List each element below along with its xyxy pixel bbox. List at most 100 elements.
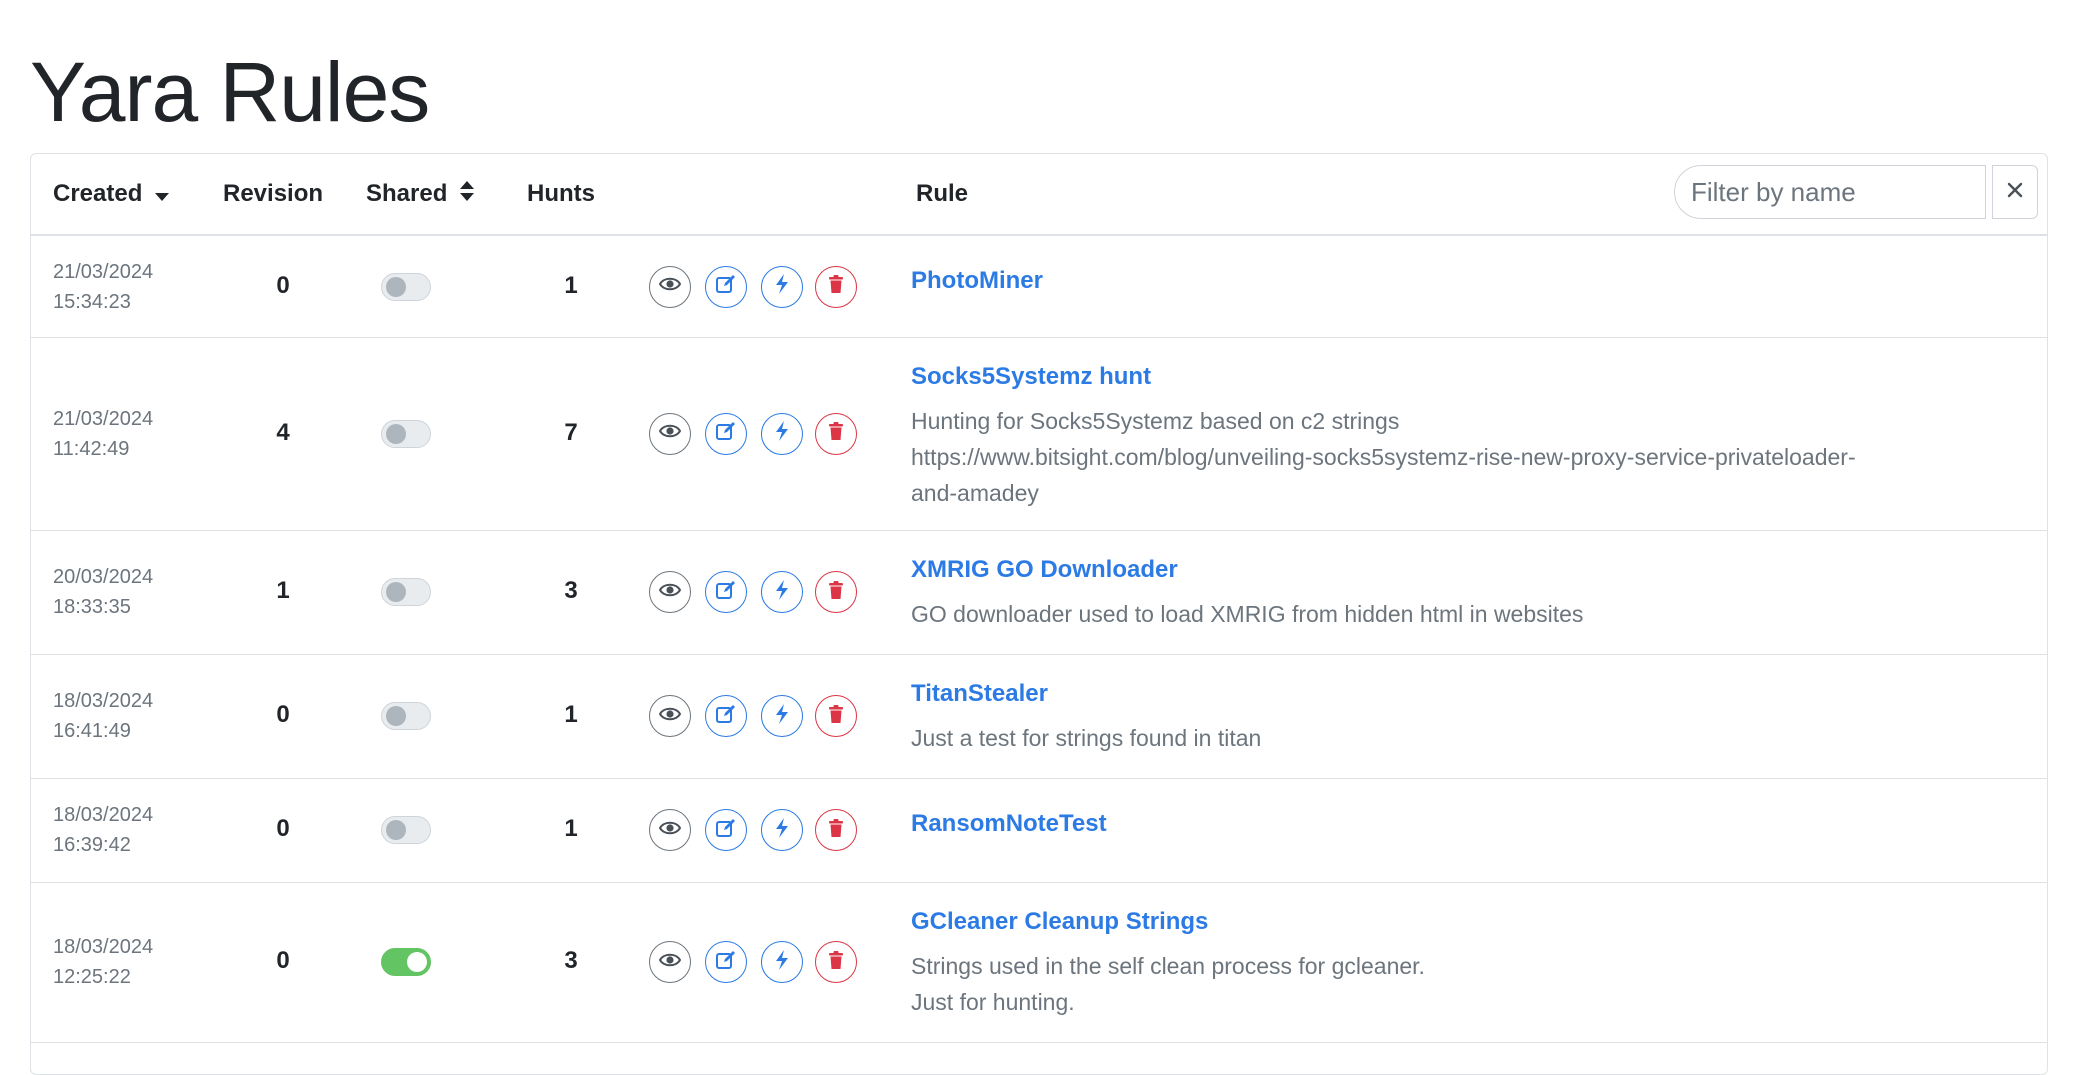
created-cell: 21/03/2024 11:42:49 bbox=[53, 404, 153, 464]
hunts-value: 3 bbox=[564, 577, 578, 604]
created-date: 20/03/2024 bbox=[53, 566, 154, 588]
hunts-header: Hunts bbox=[527, 180, 595, 207]
delete-rule-button[interactable] bbox=[815, 809, 857, 851]
created-date: 21/03/2024 bbox=[53, 260, 154, 283]
edit-icon bbox=[715, 579, 737, 606]
eye-icon bbox=[658, 582, 682, 603]
edit-rule-button[interactable] bbox=[705, 695, 747, 737]
shared-toggle[interactable] bbox=[381, 702, 431, 730]
toggle-knob bbox=[386, 423, 406, 444]
table-row: 18/03/2024 16:39:42 0 1 RansomNoteTest bbox=[31, 778, 2047, 883]
rule-name-link[interactable]: Socks5Systemz hunt bbox=[911, 359, 2021, 395]
view-rule-button[interactable] bbox=[649, 695, 691, 737]
run-hunt-button[interactable] bbox=[761, 695, 803, 737]
rule-description: GO downloader used to load XMRIG from hi… bbox=[911, 601, 1584, 627]
rule-name-link[interactable]: TitanStealer bbox=[911, 676, 2021, 712]
created-date: 21/03/2024 bbox=[53, 407, 154, 430]
delete-rule-button[interactable] bbox=[815, 571, 857, 613]
edit-rule-button[interactable] bbox=[705, 809, 747, 851]
rule-cell: XMRIG GO Downloader GO downloader used to… bbox=[911, 552, 2021, 632]
run-hunt-button[interactable] bbox=[761, 265, 803, 308]
edit-rule-button[interactable] bbox=[705, 941, 747, 983]
bolt-icon bbox=[774, 703, 790, 730]
created-date: 18/03/2024 bbox=[53, 690, 154, 712]
edit-rule-button[interactable] bbox=[705, 571, 747, 613]
created-cell: 20/03/2024 18:33:35 bbox=[53, 562, 153, 622]
edit-icon bbox=[715, 949, 737, 976]
eye-icon bbox=[658, 820, 682, 841]
edit-rule-button[interactable] bbox=[705, 412, 747, 455]
sort-down-icon bbox=[155, 155, 170, 235]
edit-icon bbox=[715, 273, 737, 300]
revision-value: 0 bbox=[276, 271, 290, 299]
run-hunt-button[interactable] bbox=[761, 941, 803, 983]
rule-name-link[interactable]: XMRIG GO Downloader bbox=[911, 552, 2021, 588]
rule-cell: Socks5Systemz hunt Hunting for Socks5Syst… bbox=[911, 359, 2021, 511]
revision-value: 1 bbox=[276, 577, 290, 604]
rules-table: Created Revision Shared Hunts Rule 21/03… bbox=[30, 153, 2048, 1075]
close-icon bbox=[2006, 181, 2024, 204]
rule-name-link[interactable]: GCleaner Cleanup Strings bbox=[911, 904, 2021, 940]
bolt-icon bbox=[774, 420, 790, 447]
filter-by-name-input[interactable] bbox=[1674, 165, 1986, 219]
clear-filter-button[interactable] bbox=[1992, 165, 2038, 219]
run-hunt-button[interactable] bbox=[761, 809, 803, 851]
hunts-value: 3 bbox=[564, 947, 578, 974]
hunts-value: 7 bbox=[564, 418, 578, 446]
delete-rule-button[interactable] bbox=[815, 695, 857, 737]
created-time: 16:41:49 bbox=[53, 720, 131, 742]
table-row: 18/03/2024 12:25:22 0 3 GCleaner Cleanup Str… bbox=[31, 882, 2047, 1043]
hunts-value: 1 bbox=[564, 815, 578, 842]
table-row: 21/03/2024 15:34:23 0 1 PhotoMiner bbox=[31, 236, 2047, 338]
eye-icon bbox=[658, 276, 682, 297]
shared-toggle[interactable] bbox=[381, 419, 431, 448]
view-rule-button[interactable] bbox=[649, 571, 691, 613]
shared-toggle[interactable] bbox=[381, 948, 431, 976]
view-rule-button[interactable] bbox=[649, 412, 691, 455]
view-rule-button[interactable] bbox=[649, 265, 691, 308]
rule-description: Just a test for strings found in titan bbox=[911, 725, 1262, 751]
toggle-knob bbox=[386, 582, 406, 602]
rule-description: Strings used in the self clean process f… bbox=[911, 953, 1425, 1015]
sort-icon bbox=[460, 155, 475, 235]
page-title: Yara Rules bbox=[30, 45, 430, 139]
created-date: 18/03/2024 bbox=[53, 936, 154, 958]
delete-rule-button[interactable] bbox=[815, 941, 857, 983]
trash-icon bbox=[828, 950, 844, 975]
created-cell: 18/03/2024 16:41:49 bbox=[53, 686, 153, 746]
run-hunt-button[interactable] bbox=[761, 412, 803, 455]
hunts-value: 1 bbox=[564, 701, 578, 728]
hunts-value: 1 bbox=[564, 271, 578, 299]
bolt-icon bbox=[774, 817, 790, 844]
sort-created-header[interactable]: Created bbox=[53, 154, 170, 235]
shared-toggle[interactable] bbox=[381, 578, 431, 606]
sort-shared-header[interactable]: Shared bbox=[366, 154, 475, 235]
shared-toggle[interactable] bbox=[381, 272, 431, 301]
bolt-icon bbox=[774, 579, 790, 606]
created-time: 12:25:22 bbox=[53, 966, 131, 988]
created-header-label: Created bbox=[53, 180, 143, 207]
shared-header-label: Shared bbox=[366, 180, 448, 207]
table-row: 18/03/2024 16:41:49 0 1 TitanStealer Just a t… bbox=[31, 654, 2047, 779]
rule-cell: TitanStealer Just a test for strings foun… bbox=[911, 676, 2021, 756]
created-cell: 18/03/2024 12:25:22 bbox=[53, 932, 153, 992]
rule-cell: GCleaner Cleanup Strings Strings used in … bbox=[911, 904, 2021, 1020]
delete-rule-button[interactable] bbox=[815, 412, 857, 455]
view-rule-button[interactable] bbox=[649, 941, 691, 983]
rule-name-link[interactable]: PhotoMiner bbox=[911, 263, 2021, 299]
created-cell: 21/03/2024 15:34:23 bbox=[53, 257, 153, 317]
revision-value: 0 bbox=[276, 701, 290, 728]
view-rule-button[interactable] bbox=[649, 809, 691, 851]
shared-toggle[interactable] bbox=[381, 816, 431, 844]
trash-icon bbox=[828, 818, 844, 843]
table-row: 21/03/2024 11:42:49 4 7 Socks5Systemz hunt Hu… bbox=[31, 337, 2047, 531]
delete-rule-button[interactable] bbox=[815, 265, 857, 308]
run-hunt-button[interactable] bbox=[761, 571, 803, 613]
edit-rule-button[interactable] bbox=[705, 265, 747, 308]
bolt-icon bbox=[774, 949, 790, 976]
created-cell: 18/03/2024 16:39:42 bbox=[53, 800, 153, 860]
rule-name-link[interactable]: RansomNoteTest bbox=[911, 806, 2021, 842]
revision-value: 4 bbox=[276, 418, 290, 446]
edit-icon bbox=[715, 703, 737, 730]
eye-icon bbox=[658, 952, 682, 973]
